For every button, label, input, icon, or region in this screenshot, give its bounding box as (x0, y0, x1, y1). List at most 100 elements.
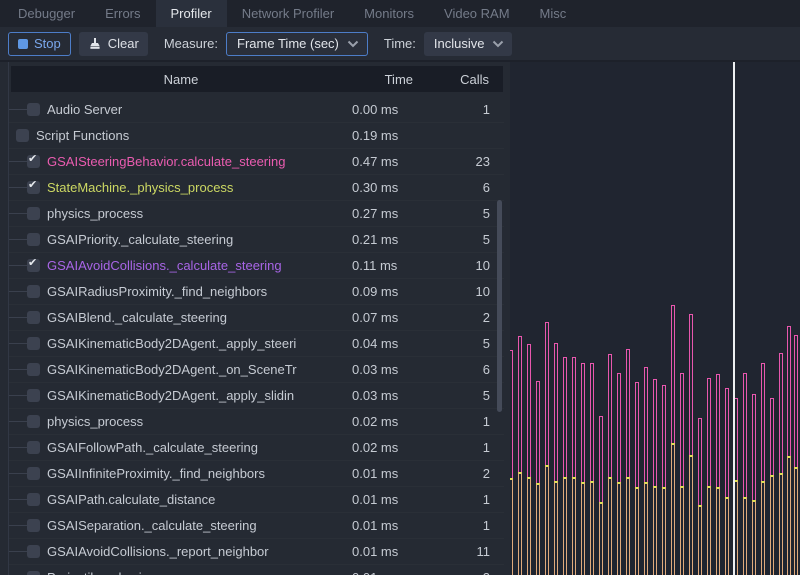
table-row[interactable]: GSAIAvoidCollisions._report_neighbor0.01… (9, 539, 504, 565)
table-row[interactable]: Projectile._physics_process0.01 ms2 (9, 565, 504, 575)
checkmark-icon: ✔ (28, 154, 37, 165)
row-checkbox[interactable] (27, 337, 40, 350)
function-name: GSAIBlend._calculate_steering (47, 310, 227, 325)
stop-button-label: Stop (34, 36, 61, 51)
tree-connector-line (9, 187, 27, 188)
time-value: 0.01 ms (352, 492, 414, 507)
calls-value: 1 (414, 518, 504, 533)
tree-connector-line (9, 213, 27, 214)
frame-baseline-bar (563, 477, 567, 575)
tree-connector-line (9, 291, 27, 292)
column-header-name[interactable]: Name (11, 72, 351, 87)
table-row[interactable]: GSAIFollowPath._calculate_steering0.02 m… (9, 435, 504, 461)
frame-spike-bar (527, 344, 531, 477)
table-row[interactable]: GSAIKinematicBody2DAgent._on_SceneTr0.03… (9, 357, 504, 383)
frame-time-graph[interactable] (510, 62, 800, 575)
frame-baseline-bar (752, 500, 756, 575)
frame-baseline-bar (653, 486, 657, 575)
row-checkbox[interactable] (27, 493, 40, 506)
row-checkbox[interactable] (27, 389, 40, 402)
frame-spike-bar (770, 398, 774, 475)
frame-baseline-bar (527, 477, 531, 575)
tab-misc[interactable]: Misc (525, 0, 582, 27)
tab-network-profiler[interactable]: Network Profiler (227, 0, 349, 27)
frame-baseline-bar (716, 487, 720, 575)
row-checkbox[interactable] (27, 285, 40, 298)
checkmark-icon: ✔ (28, 258, 37, 269)
table-row[interactable]: ✔GSAISteeringBehavior.calculate_steering… (9, 149, 504, 175)
broom-icon (88, 37, 102, 51)
debugger-tab-bar: DebuggerErrorsProfilerNetwork ProfilerMo… (0, 0, 800, 27)
profiler-function-table: Name Time Calls Audio Server0.00 ms1Scri… (8, 62, 504, 575)
tree-connector-line (9, 265, 27, 266)
tab-monitors[interactable]: Monitors (349, 0, 429, 27)
table-row[interactable]: Audio Server0.00 ms1 (9, 97, 504, 123)
frame-spike-bar (590, 363, 594, 481)
frame-spike-bar (794, 335, 798, 467)
tree-vertical-scrollbar[interactable] (497, 200, 502, 412)
tab-errors[interactable]: Errors (90, 0, 155, 27)
table-row[interactable]: physics_process0.27 ms5 (9, 201, 504, 227)
time-dropdown[interactable]: Inclusive (424, 32, 513, 56)
tab-debugger[interactable]: Debugger (3, 0, 90, 27)
function-name: GSAIAvoidCollisions._report_neighbor (47, 544, 269, 559)
frame-spike-bar (626, 349, 630, 477)
row-checkbox[interactable] (27, 103, 40, 116)
tab-video-ram[interactable]: Video RAM (429, 0, 525, 27)
function-name: Projectile._physics_process (47, 570, 207, 575)
time-value: 0.01 ms (352, 518, 414, 533)
row-checkbox[interactable] (16, 129, 29, 142)
stop-button[interactable]: Stop (8, 32, 71, 56)
table-row[interactable]: GSAIBlend._calculate_steering0.07 ms2 (9, 305, 504, 331)
frame-baseline-bar (590, 481, 594, 575)
frame-baseline-bar (779, 473, 783, 575)
table-row[interactable]: GSAISeparation._calculate_steering0.01 m… (9, 513, 504, 539)
tree-connector-line (9, 395, 27, 396)
row-checkbox-checked[interactable]: ✔ (27, 259, 40, 272)
frame-spike-bar (716, 374, 720, 487)
row-checkbox[interactable] (27, 363, 40, 376)
row-checkbox[interactable] (27, 441, 40, 454)
table-row[interactable]: ✔StateMachine._physics_process0.30 ms6 (9, 175, 504, 201)
table-row[interactable]: GSAIInfiniteProximity._find_neighbors0.0… (9, 461, 504, 487)
measure-dropdown[interactable]: Frame Time (sec) (226, 32, 368, 56)
row-checkbox[interactable] (27, 207, 40, 220)
frame-spike-bar (545, 322, 549, 465)
measure-label: Measure: (164, 36, 218, 51)
table-row[interactable]: GSAIKinematicBody2DAgent._apply_slidin0.… (9, 383, 504, 409)
chevron-down-icon (492, 40, 504, 48)
table-row[interactable]: GSAIRadiusProximity._find_neighbors0.09 … (9, 279, 504, 305)
row-checkbox-checked[interactable]: ✔ (27, 181, 40, 194)
time-value: 0.02 ms (352, 414, 414, 429)
frame-spike-bar (779, 353, 783, 473)
function-name: physics_process (47, 206, 143, 221)
row-checkbox[interactable] (27, 415, 40, 428)
frame-baseline-bar (689, 455, 693, 575)
frame-baseline-bar (572, 477, 576, 575)
current-frame-indicator-line[interactable] (733, 62, 735, 575)
table-row[interactable]: GSAIKinematicBody2DAgent._apply_steeri0.… (9, 331, 504, 357)
calls-value: 2 (414, 310, 504, 325)
column-header-time[interactable]: Time (351, 72, 413, 87)
table-row[interactable]: ✔GSAIAvoidCollisions._calculate_steering… (9, 253, 504, 279)
table-row[interactable]: Script Functions0.19 ms (9, 123, 504, 149)
time-value: 0.01 ms (352, 466, 414, 481)
row-checkbox[interactable] (27, 233, 40, 246)
column-header-calls[interactable]: Calls (413, 72, 503, 87)
frame-spike-bar (572, 357, 576, 477)
tree-connector-line (9, 421, 27, 422)
tree-connector-line (9, 161, 27, 162)
tab-profiler[interactable]: Profiler (156, 0, 227, 27)
frame-baseline-bar (707, 486, 711, 575)
row-checkbox[interactable] (27, 467, 40, 480)
row-checkbox-checked[interactable]: ✔ (27, 155, 40, 168)
row-checkbox[interactable] (27, 519, 40, 532)
clear-button[interactable]: Clear (79, 32, 148, 56)
table-row[interactable]: GSAIPath.calculate_distance0.01 ms1 (9, 487, 504, 513)
table-row[interactable]: physics_process0.02 ms1 (9, 409, 504, 435)
row-checkbox[interactable] (27, 545, 40, 558)
row-checkbox[interactable] (27, 571, 40, 575)
tree-connector-line (9, 239, 27, 240)
row-checkbox[interactable] (27, 311, 40, 324)
table-row[interactable]: GSAIPriority._calculate_steering0.21 ms5 (9, 227, 504, 253)
